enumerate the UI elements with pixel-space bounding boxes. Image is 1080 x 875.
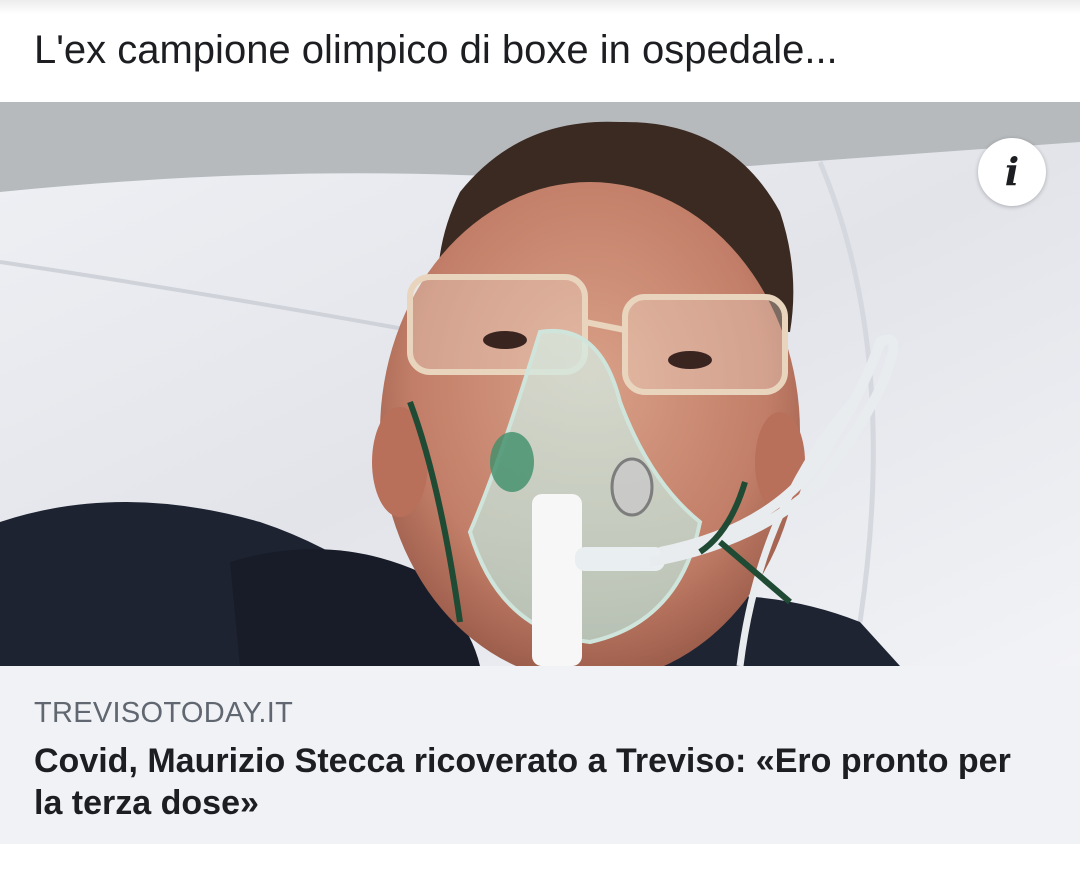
link-domain: TREVISOTODAY.IT	[34, 697, 294, 729]
facebook-post: L'ex campione olimpico di boxe in ospeda…	[0, 0, 1080, 875]
top-divider	[0, 0, 1080, 14]
info-button[interactable]: i	[978, 138, 1046, 206]
hospital-photo	[0, 102, 1080, 666]
link-preview-card[interactable]: TREVISOTODAY.IT Covid, Maurizio Stecca r…	[0, 666, 1080, 844]
link-title[interactable]: Covid, Maurizio Stecca ricoverato a Trev…	[34, 740, 1034, 824]
link-preview-image[interactable]: i	[0, 102, 1080, 666]
post-text: L'ex campione olimpico di boxe in ospeda…	[34, 28, 838, 72]
info-icon: i	[1004, 149, 1020, 194]
bottom-spacer	[0, 844, 1080, 875]
